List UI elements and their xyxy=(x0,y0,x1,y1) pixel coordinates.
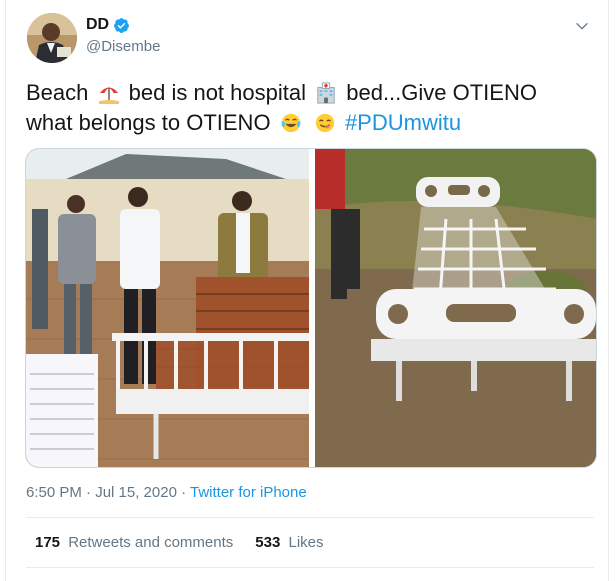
hospital-icon xyxy=(317,82,335,104)
tweet-media[interactable] xyxy=(25,148,597,468)
likes-stat[interactable]: 533 Likes xyxy=(255,534,323,551)
likes-label: Likes xyxy=(288,534,324,551)
source-link[interactable]: Twitter for iPhone xyxy=(190,484,307,501)
display-name[interactable]: DD xyxy=(86,16,109,34)
hashtag-link[interactable]: #PDUmwitu xyxy=(345,110,461,135)
text-part: bed...Give OTIENO xyxy=(346,80,537,105)
beach-umbrella-icon xyxy=(98,87,119,104)
verified-badge-icon xyxy=(114,17,130,33)
divider xyxy=(26,517,594,518)
timestamp[interactable]: 6:50 PM · Jul 15, 2020 · xyxy=(26,484,190,501)
tweet-card: DD @Disembe Beach bed is not hospital be… xyxy=(5,0,609,581)
avatar[interactable] xyxy=(27,13,77,63)
chevron-down-icon[interactable] xyxy=(574,18,590,34)
face-savoring-food-icon xyxy=(315,113,334,133)
retweets-label: Retweets and comments xyxy=(68,534,234,551)
retweets-stat[interactable]: 175 Retweets and comments xyxy=(35,534,233,551)
tweet-text: Beach bed is not hospital bed...Give OTI… xyxy=(26,78,596,138)
text-part: bed is not hospital xyxy=(128,80,306,105)
retweets-count: 175 xyxy=(35,534,61,551)
author-name-row[interactable]: DD xyxy=(86,16,130,34)
author-handle[interactable]: @Disembe xyxy=(86,38,160,55)
likes-count: 533 xyxy=(255,534,281,551)
engagement-stats: 175 Retweets and comments 533 Likes xyxy=(35,534,346,551)
media-photo-right[interactable] xyxy=(315,149,597,468)
tweet-metadata: 6:50 PM · Jul 15, 2020 · Twitter for iPh… xyxy=(26,484,307,501)
text-part: what belongs to OTIENO xyxy=(26,110,271,135)
text-part: Beach xyxy=(26,80,89,105)
media-photo-left[interactable] xyxy=(26,149,309,468)
divider xyxy=(26,567,594,568)
face-with-tears-of-joy-icon xyxy=(281,113,301,133)
